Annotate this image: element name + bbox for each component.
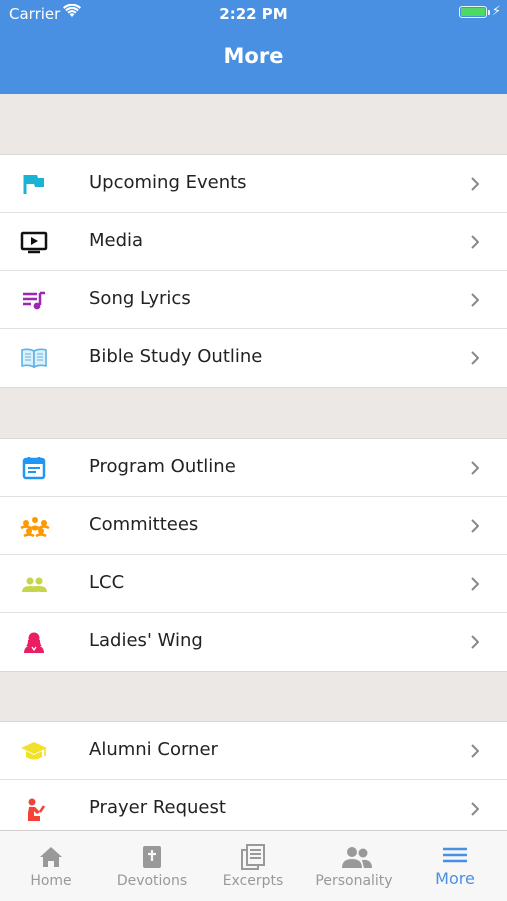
woman-icon bbox=[20, 630, 48, 654]
menu-item-upcoming-events[interactable]: Upcoming Events bbox=[0, 155, 507, 213]
group-circle-icon bbox=[20, 514, 50, 538]
chevron-right-icon bbox=[471, 292, 480, 307]
flag-icon bbox=[20, 172, 48, 196]
battery-tip bbox=[488, 10, 490, 15]
tab-bar: Home Devotions Excerpts Personality More bbox=[0, 830, 507, 901]
page-title: More bbox=[223, 44, 284, 68]
chevron-right-icon bbox=[471, 634, 480, 649]
tab-label: Excerpts bbox=[222, 873, 284, 889]
menu-item-lcc[interactable]: LCC bbox=[0, 555, 507, 613]
tab-label: More bbox=[435, 869, 475, 888]
tab-devotions[interactable]: Devotions bbox=[102, 831, 202, 901]
tab-home[interactable]: Home bbox=[1, 831, 101, 901]
menu-item-label: Ladies' Wing bbox=[89, 630, 203, 651]
chevron-right-icon bbox=[471, 518, 480, 533]
chevron-right-icon bbox=[471, 576, 480, 591]
chevron-right-icon bbox=[471, 460, 480, 475]
menu-item-ladies-wing[interactable]: Ladies' Wing bbox=[0, 613, 507, 671]
menu-item-label: Upcoming Events bbox=[89, 172, 247, 193]
chevron-right-icon bbox=[471, 234, 480, 249]
chevron-right-icon bbox=[471, 350, 480, 365]
menu-item-label: Alumni Corner bbox=[89, 739, 218, 760]
kneeling-person-icon bbox=[20, 797, 48, 821]
tab-label: Devotions bbox=[116, 873, 188, 889]
chevron-right-icon bbox=[471, 743, 480, 758]
playlist-music-icon bbox=[20, 288, 48, 312]
menu-item-song-lyrics[interactable]: Song Lyrics bbox=[0, 271, 507, 329]
bible-icon bbox=[138, 843, 166, 871]
calendar-icon bbox=[20, 456, 48, 480]
header-bar: Carrier 2:22 PM ⚡ More bbox=[0, 0, 507, 94]
menu-item-label: Prayer Request bbox=[89, 797, 226, 818]
menu-group-primary: Upcoming Events Media Song Lyrics Bible … bbox=[0, 154, 507, 388]
menu-item-label: Program Outline bbox=[89, 456, 236, 477]
tab-personality[interactable]: Personality bbox=[304, 831, 404, 901]
menu-item-label: Committees bbox=[89, 514, 199, 535]
chevron-right-icon bbox=[471, 176, 480, 191]
menu-group-organization: Program Outline Committees LCC Ladies' W… bbox=[0, 438, 507, 672]
documents-icon bbox=[239, 843, 267, 871]
charging-bolt-icon: ⚡ bbox=[491, 4, 501, 19]
menu-item-label: Media bbox=[89, 230, 144, 251]
tab-label: Home bbox=[30, 873, 72, 889]
status-bar: Carrier 2:22 PM ⚡ bbox=[0, 0, 507, 28]
tab-label: Personality bbox=[315, 873, 393, 889]
tab-more[interactable]: More bbox=[405, 831, 505, 901]
menu-item-media[interactable]: Media bbox=[0, 213, 507, 271]
menu-item-label: LCC bbox=[89, 572, 125, 593]
home-icon bbox=[37, 843, 65, 871]
tab-excerpts[interactable]: Excerpts bbox=[203, 831, 303, 901]
section-spacer bbox=[0, 674, 507, 722]
open-book-icon bbox=[20, 346, 48, 370]
tv-play-icon bbox=[20, 230, 48, 254]
clock: 2:22 PM bbox=[219, 5, 288, 23]
section-spacer bbox=[0, 94, 507, 155]
people-icon bbox=[340, 843, 372, 871]
section-spacer bbox=[0, 390, 507, 438]
menu-group-community: Alumni Corner Prayer Request bbox=[0, 721, 507, 838]
menu-item-program-outline[interactable]: Program Outline bbox=[0, 439, 507, 497]
menu-item-label: Song Lyrics bbox=[89, 288, 191, 309]
menu-item-committees[interactable]: Committees bbox=[0, 497, 507, 555]
people-icon bbox=[20, 572, 48, 596]
menu-item-bible-study-outline[interactable]: Bible Study Outline bbox=[0, 329, 507, 387]
chevron-right-icon bbox=[471, 801, 480, 816]
menu-item-label: Bible Study Outline bbox=[89, 346, 263, 367]
battery-icon bbox=[459, 6, 487, 18]
menu-item-alumni-corner[interactable]: Alumni Corner bbox=[0, 722, 507, 780]
menu-lines-icon bbox=[441, 843, 469, 871]
graduation-cap-icon bbox=[20, 739, 48, 763]
